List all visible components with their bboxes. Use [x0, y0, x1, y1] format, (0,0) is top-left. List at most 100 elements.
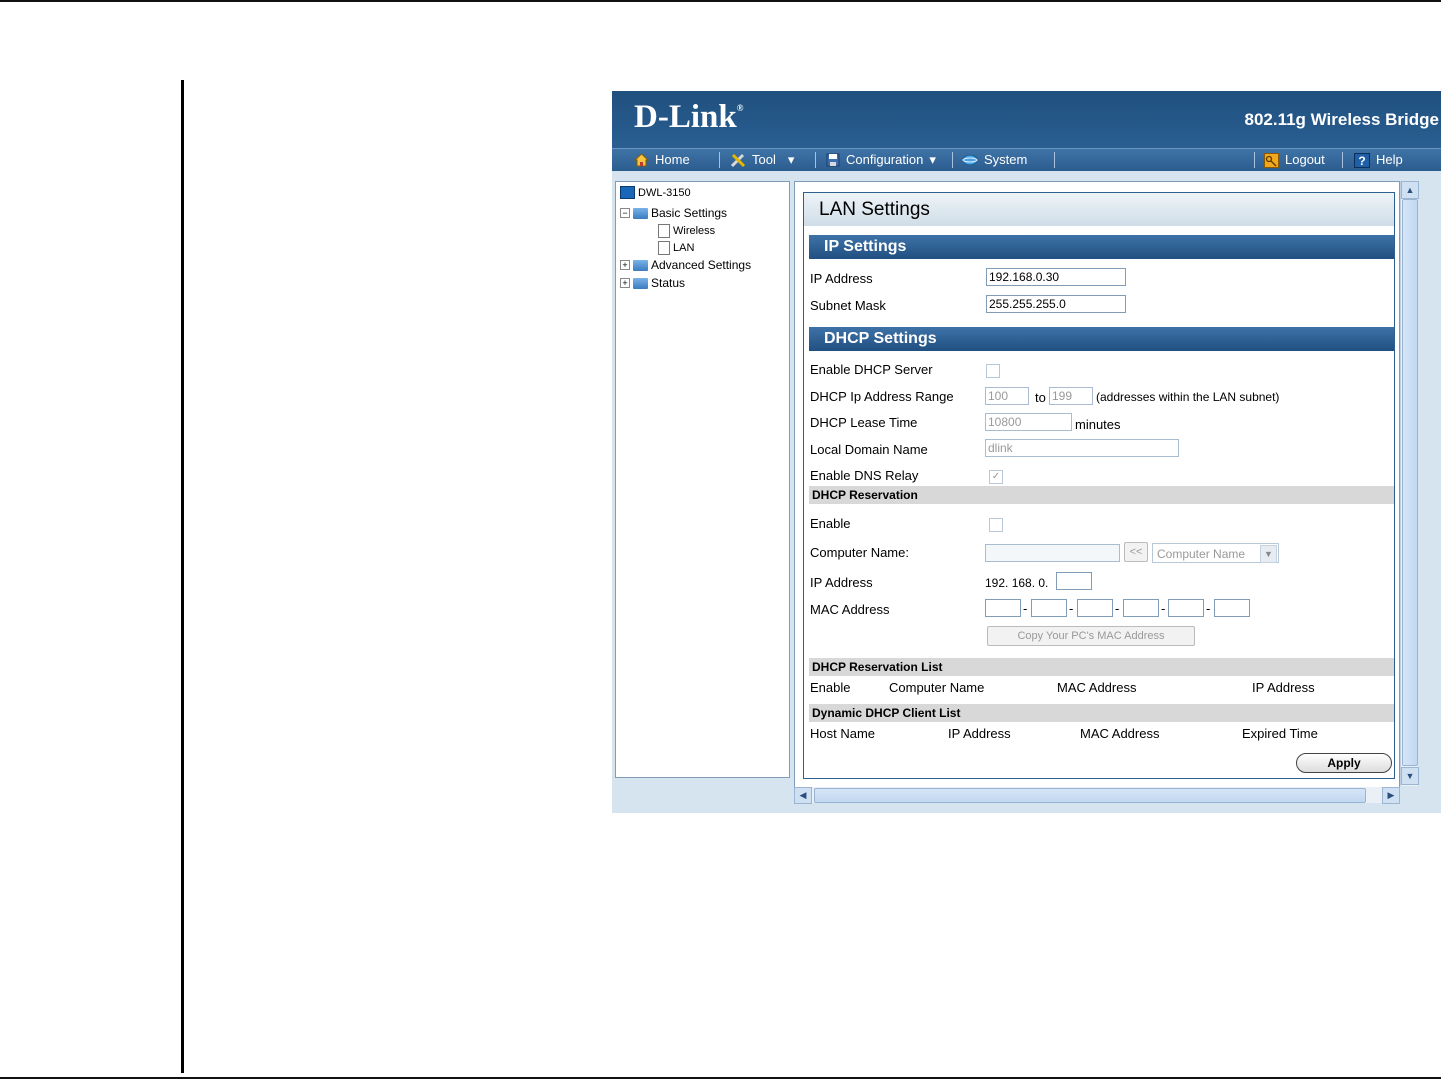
floppy-disk-icon [826, 153, 840, 167]
enable-dhcp-server-label: Enable DHCP Server [810, 362, 933, 377]
apply-button[interactable]: Apply [1296, 753, 1392, 773]
tree-node-status[interactable]: + Status [620, 276, 685, 290]
tree-node-basic-settings-label: Basic Settings [651, 206, 728, 220]
mac-separator: - [1069, 601, 1074, 616]
menu-tool-label: Tool [752, 152, 776, 167]
product-title: 802.11g Wireless Bridge [1244, 110, 1439, 129]
menu-system-label: System [984, 152, 1028, 167]
subnet-mask-input[interactable] [986, 295, 1126, 313]
horizontal-scroll-thumb[interactable] [814, 788, 1366, 803]
help-icon: ? [1354, 152, 1370, 168]
scroll-down-icon[interactable]: ▼ [1401, 767, 1419, 785]
menu-tool[interactable]: Tool ▾ [730, 149, 794, 171]
reservation-ip-prefix: 192. 168. 0. [985, 576, 1049, 590]
mac-separator: - [1023, 601, 1028, 616]
copy-mac-address-button[interactable]: Copy Your PC's MAC Address [987, 626, 1195, 646]
logo-mark: ® [736, 103, 744, 113]
mac-address-label: MAC Address [810, 602, 890, 617]
app-header: D-Link® 802.11g Wireless Bridge [612, 91, 1441, 148]
scroll-right-icon[interactable]: ▶ [1382, 787, 1400, 804]
copy-computer-name-button[interactable]: << [1124, 542, 1148, 562]
tree-node-lan[interactable]: LAN [658, 241, 694, 255]
enable-dns-relay-label: Enable DNS Relay [810, 468, 919, 483]
menu-help-label: Help [1376, 152, 1403, 167]
scroll-up-icon[interactable]: ▲ [1401, 181, 1419, 199]
client-list-col-host-name: Host Name [810, 726, 876, 741]
system-globe-icon [962, 154, 978, 166]
dhcp-range-end-input[interactable] [1049, 387, 1093, 405]
dhcp-settings-heading: DHCP Settings [809, 327, 1394, 351]
menu-logout-label: Logout [1285, 152, 1325, 167]
navigation-tree: DWL-3150 − Basic Settings Wireless LAN +… [615, 181, 790, 778]
folder-icon [633, 207, 648, 219]
tree-node-device[interactable]: DWL-3150 [620, 186, 691, 199]
dhcp-lease-time-label: DHCP Lease Time [810, 415, 918, 430]
dhcp-reservation-list-heading: DHCP Reservation List [809, 658, 1394, 676]
local-domain-name-input[interactable] [985, 439, 1179, 457]
reservation-enable-label: Enable [810, 516, 851, 531]
ip-address-input[interactable] [986, 268, 1126, 286]
menu-separator [1342, 152, 1343, 168]
tree-node-basic-settings[interactable]: − Basic Settings [620, 206, 727, 220]
expand-toggle-icon[interactable]: + [620, 278, 630, 288]
folder-icon [633, 259, 648, 271]
document-icon [658, 241, 670, 255]
mac-octet-4-input[interactable] [1123, 599, 1159, 617]
vertical-scroll-thumb[interactable] [1402, 199, 1418, 766]
computer-name-input[interactable] [985, 544, 1120, 562]
tree-node-wireless[interactable]: Wireless [658, 224, 715, 238]
menu-help[interactable]: ? Help [1354, 149, 1403, 171]
mac-octet-3-input[interactable] [1077, 599, 1113, 617]
menu-configuration[interactable]: Configuration ▾ [826, 149, 936, 171]
tree-node-status-label: Status [651, 276, 686, 290]
mac-octet-5-input[interactable] [1168, 599, 1204, 617]
reservation-enable-checkbox[interactable] [989, 518, 1003, 532]
lan-settings-panel: LAN Settings IP Settings IP Address Subn… [803, 192, 1395, 779]
mac-octet-1-input[interactable] [985, 599, 1021, 617]
dhcp-range-to-label: to [1035, 390, 1046, 405]
menu-logout[interactable]: Logout [1264, 149, 1325, 171]
reservation-ip-label: IP Address [810, 575, 873, 590]
dhcp-range-label: DHCP Ip Address Range [810, 389, 954, 404]
mac-octet-2-input[interactable] [1031, 599, 1067, 617]
logout-key-icon [1264, 152, 1279, 168]
mac-separator: - [1115, 601, 1120, 616]
document-icon [658, 224, 670, 238]
client-list-col-mac: MAC Address [1080, 726, 1160, 741]
folder-icon [633, 277, 648, 289]
tree-node-device-label: DWL-3150 [638, 186, 691, 199]
svg-text:?: ? [1358, 154, 1365, 168]
subnet-mask-label: Subnet Mask [810, 298, 886, 313]
page-top-rule [0, 0, 1441, 2]
horizontal-scrollbar[interactable]: ◀ ▶ [794, 787, 1400, 804]
scroll-left-icon[interactable]: ◀ [794, 787, 812, 804]
ip-address-label: IP Address [810, 271, 873, 286]
menu-system[interactable]: System [962, 149, 1027, 171]
enable-dhcp-server-checkbox[interactable] [986, 364, 1000, 378]
menu-separator [1254, 152, 1255, 168]
mac-separator: - [1206, 601, 1211, 616]
tree-node-wireless-label: Wireless [673, 225, 716, 237]
reservation-list-col-mac: MAC Address [1057, 680, 1137, 695]
dhcp-range-note: (addresses within the LAN subnet) [1096, 390, 1280, 404]
enable-dns-relay-checkbox[interactable]: ✓ [989, 470, 1003, 484]
mac-separator: - [1161, 601, 1166, 616]
dhcp-range-start-input[interactable] [985, 387, 1029, 405]
tree-node-advanced-settings[interactable]: + Advanced Settings [620, 258, 751, 272]
vertical-scrollbar[interactable]: ▲ ▼ [1400, 181, 1419, 786]
menu-home-label: Home [655, 152, 690, 167]
dhcp-lease-time-input[interactable] [985, 413, 1072, 431]
menu-separator [952, 152, 953, 168]
ip-settings-heading: IP Settings [809, 235, 1394, 259]
expand-toggle-icon[interactable]: + [620, 260, 630, 270]
reservation-ip-last-octet-input[interactable] [1056, 572, 1092, 590]
chevron-down-icon: ▾ [787, 152, 795, 167]
reservation-list-col-computer-name: Computer Name [889, 680, 985, 695]
dlink-logo: D-Link® [634, 99, 743, 136]
tree-node-lan-label: LAN [673, 242, 695, 254]
mac-octet-6-input[interactable] [1214, 599, 1250, 617]
computer-name-select[interactable]: Computer Name ▼ [1152, 543, 1279, 563]
menu-home[interactable]: Home [634, 149, 690, 171]
collapse-toggle-icon[interactable]: − [620, 208, 630, 218]
client-list-col-ip: IP Address [948, 726, 1011, 741]
